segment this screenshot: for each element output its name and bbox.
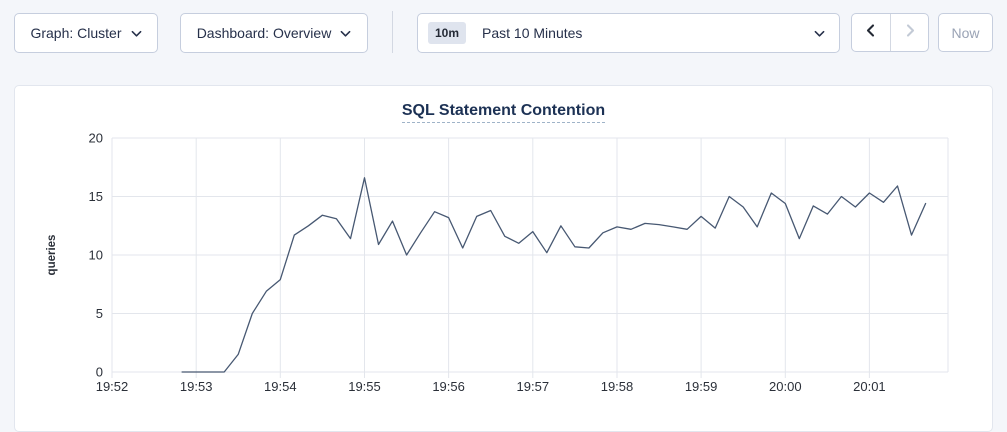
x-tick-label: 19:55 — [348, 379, 381, 394]
chart-card: 0 5 10 15 20 19:52 19:53 19:54 19:55 19:56 19:57 19… — [14, 85, 993, 432]
series-line — [182, 178, 926, 372]
x-tick-label: 19:56 — [432, 379, 465, 394]
time-range-label: Past 10 Minutes — [482, 25, 814, 41]
x-tick-label: 19:52 — [96, 379, 129, 394]
next-time-button[interactable] — [890, 14, 928, 51]
toolbar-divider — [392, 11, 393, 53]
chevron-right-icon — [903, 23, 917, 43]
time-range-picker[interactable]: 10m Past 10 Minutes — [417, 13, 840, 53]
toolbar: Graph: Cluster Dashboard: Overview 10m P… — [0, 0, 1007, 68]
graph-dropdown-label: Graph: Cluster — [30, 25, 121, 41]
dashboard-dropdown[interactable]: Dashboard: Overview — [180, 13, 368, 53]
x-tick-label: 20:01 — [853, 379, 886, 394]
dashboard-dropdown-label: Dashboard: Overview — [197, 25, 332, 41]
chart-title[interactable]: SQL Statement Contention — [402, 102, 605, 123]
x-tick-label: 19:57 — [517, 379, 550, 394]
y-tick-label: 5 — [96, 306, 103, 321]
graph-dropdown[interactable]: Graph: Cluster — [14, 13, 158, 53]
x-tick-label: 19:53 — [180, 379, 213, 394]
prev-time-button[interactable] — [852, 14, 890, 51]
contention-chart[interactable]: 0 5 10 15 20 19:52 19:53 19:54 19:55 19:56 19:57 19… — [15, 86, 994, 432]
y-axis-label: queries — [46, 235, 58, 276]
chevron-down-icon — [814, 25, 825, 41]
time-range-badge: 10m — [428, 22, 466, 44]
y-tick-label: 20 — [89, 131, 103, 146]
x-tick-label: 19:54 — [264, 379, 297, 394]
x-tick-label: 19:59 — [685, 379, 718, 394]
chevron-down-icon — [340, 25, 351, 41]
chevron-down-icon — [131, 25, 142, 41]
chevron-left-icon — [864, 23, 878, 43]
time-step-buttons — [851, 13, 929, 52]
y-tick-label: 10 — [89, 248, 103, 263]
now-button-label: Now — [951, 25, 979, 41]
x-tick-label: 19:58 — [601, 379, 634, 394]
y-tick-label: 0 — [96, 365, 103, 380]
chart-title-row: SQL Statement Contention — [15, 102, 992, 123]
now-button[interactable]: Now — [938, 13, 993, 52]
x-tick-label: 20:00 — [769, 379, 802, 394]
y-tick-label: 15 — [89, 189, 103, 204]
